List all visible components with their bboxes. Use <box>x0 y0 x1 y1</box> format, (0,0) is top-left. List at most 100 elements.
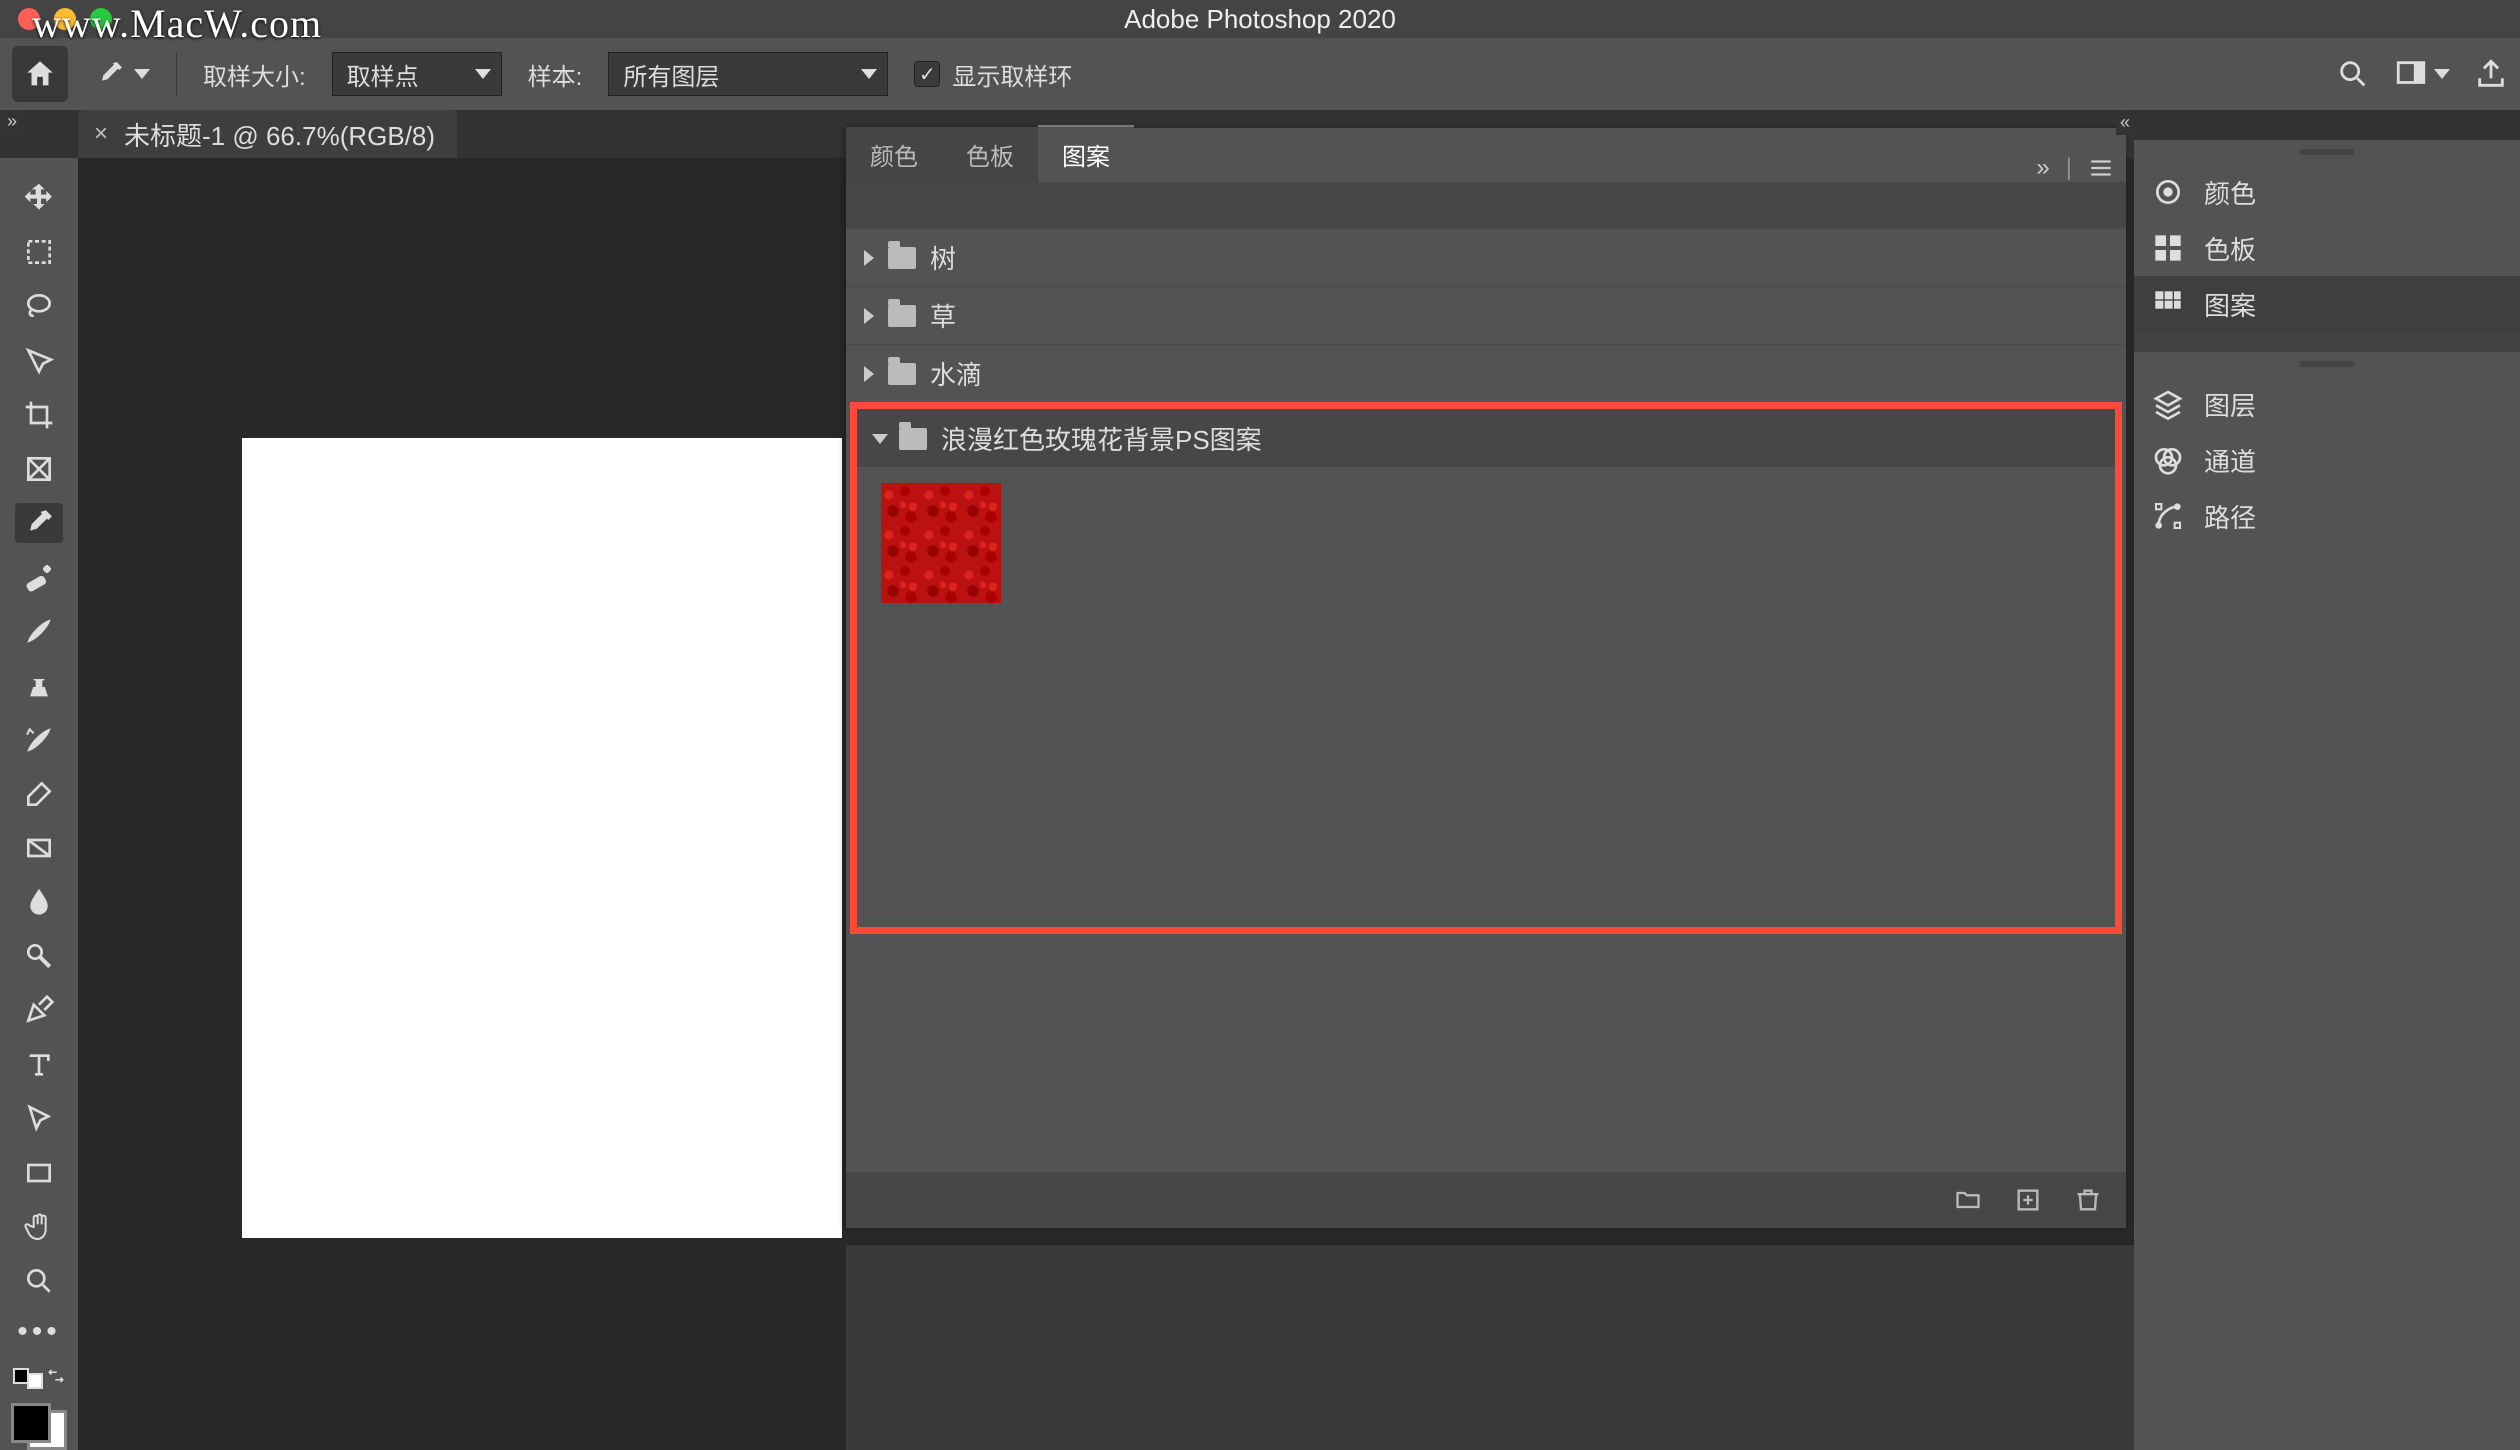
folder-icon <box>899 428 927 450</box>
sidebar-item-channels[interactable]: 通道 <box>2134 432 2520 488</box>
eyedropper-tool[interactable] <box>15 503 63 543</box>
new-pattern-icon[interactable] <box>2014 1186 2042 1214</box>
swap-default-colors[interactable] <box>13 1363 65 1389</box>
frame-tool[interactable] <box>15 449 63 489</box>
pattern-folder-water[interactable]: 水滴 <box>846 344 2126 402</box>
rectangle-tool[interactable] <box>15 1153 63 1193</box>
sidebar-item-paths[interactable]: 路径 <box>2134 488 2520 544</box>
divider: | <box>2066 154 2072 182</box>
workspace-icon <box>2394 57 2428 91</box>
pattern-search-bar[interactable] <box>846 182 2126 228</box>
pattern-folder-tree[interactable]: 树 <box>846 228 2126 286</box>
hand-tool[interactable] <box>15 1207 63 1247</box>
folder-label: 水滴 <box>930 355 982 392</box>
chevron-down-icon <box>872 434 888 444</box>
mini-bg-swatch <box>27 1373 43 1389</box>
folder-icon <box>888 247 916 269</box>
sidebar-label: 色板 <box>2204 230 2256 267</box>
eyedropper-icon <box>94 58 126 90</box>
foreground-background-colors[interactable] <box>11 1403 67 1450</box>
gradient-tool[interactable] <box>15 828 63 868</box>
brush-tool[interactable] <box>15 611 63 651</box>
sidebar-label: 图层 <box>2204 386 2256 423</box>
folder-label: 树 <box>930 239 956 276</box>
path-selection-tool[interactable] <box>15 1099 63 1139</box>
collapse-right-handle[interactable]: « <box>2116 110 2134 135</box>
right-sidebar: 颜色 色板 图案 图层 通道 路径 <box>2134 140 2520 1450</box>
chevron-right-icon <box>864 366 874 382</box>
delete-icon[interactable] <box>2074 1186 2102 1214</box>
close-tab-icon[interactable]: × <box>94 120 108 148</box>
paths-icon <box>2152 500 2184 532</box>
app-title: Adobe Photoshop 2020 <box>1124 4 1396 35</box>
sidebar-item-layers[interactable]: 图层 <box>2134 376 2520 432</box>
patterns-icon <box>2152 288 2184 320</box>
folder-icon <box>888 363 916 385</box>
marquee-tool[interactable] <box>15 232 63 272</box>
sidebar-item-patterns[interactable]: 图案 <box>2134 276 2520 332</box>
sidebar-grip[interactable] <box>2134 140 2520 164</box>
blur-tool[interactable] <box>15 882 63 922</box>
sidebar-item-color[interactable]: 颜色 <box>2134 164 2520 220</box>
folder-label: 浪漫红色玫瑰花背景PS图案 <box>941 420 1262 457</box>
pattern-thumbnails-grid <box>857 467 2115 927</box>
panel-menu-icon[interactable] <box>2088 155 2114 181</box>
document-tab[interactable]: × 未标题-1 @ 66.7%(RGB/8) <box>78 110 457 158</box>
healing-brush-tool[interactable] <box>15 557 63 597</box>
sample-layers-select[interactable]: 所有图层 <box>608 52 888 96</box>
panel-tab-patterns[interactable]: 图案 <box>1038 125 1134 182</box>
history-brush-tool[interactable] <box>15 720 63 760</box>
workspace-switcher[interactable] <box>2394 57 2450 91</box>
channels-icon <box>2152 444 2184 476</box>
folder-icon <box>888 305 916 327</box>
sample-size-label: 取样大小: <box>203 57 306 92</box>
pen-tool[interactable] <box>15 990 63 1030</box>
sidebar-label: 路径 <box>2204 498 2256 535</box>
type-tool[interactable] <box>15 1045 63 1085</box>
home-button[interactable] <box>12 46 68 102</box>
panel-collapse-icon[interactable]: » <box>2036 154 2049 182</box>
collapse-left-handle[interactable]: » <box>0 110 24 132</box>
sample-label: 样本: <box>528 57 583 92</box>
chevron-right-icon <box>864 308 874 324</box>
highlighted-pattern-group: 浪漫红色玫瑰花背景PS图案 <box>850 402 2122 934</box>
current-tool-indicator[interactable] <box>94 58 150 90</box>
move-tool[interactable] <box>15 178 63 218</box>
lasso-tool[interactable] <box>15 286 63 326</box>
dodge-tool[interactable] <box>15 936 63 976</box>
pattern-folder-grass[interactable]: 草 <box>846 286 2126 344</box>
foreground-color-swatch[interactable] <box>11 1403 51 1443</box>
sample-layers-value: 所有图层 <box>623 57 719 92</box>
clone-stamp-tool[interactable] <box>15 665 63 705</box>
pattern-thumbnail-rose[interactable] <box>881 483 1001 603</box>
quick-selection-tool[interactable] <box>15 340 63 380</box>
watermark-text: www.MacW.com <box>32 0 322 47</box>
search-icon[interactable] <box>2336 57 2370 91</box>
panel-tab-swatches[interactable]: 色板 <box>942 127 1038 182</box>
divider <box>176 52 177 96</box>
artboard[interactable] <box>242 438 842 1238</box>
panel-tabs: 颜色 色板 图案 » | <box>846 128 2126 182</box>
show-sampling-ring-checkbox[interactable]: ✓ 显示取样环 <box>914 57 1072 92</box>
edit-toolbar-button[interactable]: ••• <box>17 1315 61 1349</box>
panel-footer <box>846 1172 2126 1228</box>
title-bar: Adobe Photoshop 2020 <box>0 0 2520 38</box>
new-folder-icon[interactable] <box>1954 1186 1982 1214</box>
sidebar-label: 颜色 <box>2204 174 2256 211</box>
eraser-tool[interactable] <box>15 774 63 814</box>
sidebar-grip[interactable] <box>2134 352 2520 376</box>
panel-tab-color[interactable]: 颜色 <box>846 127 942 182</box>
checkbox-checked-icon: ✓ <box>914 61 940 87</box>
share-icon[interactable] <box>2474 57 2508 91</box>
sidebar-item-swatches[interactable]: 色板 <box>2134 220 2520 276</box>
layers-icon <box>2152 388 2184 420</box>
crop-tool[interactable] <box>15 395 63 435</box>
folder-label: 草 <box>930 297 956 334</box>
color-wheel-icon <box>2152 176 2184 208</box>
chevron-right-icon <box>864 250 874 266</box>
home-icon <box>23 57 57 91</box>
pattern-folder-rose[interactable]: 浪漫红色玫瑰花背景PS图案 <box>857 409 2115 467</box>
zoom-tool[interactable] <box>15 1261 63 1301</box>
sample-size-select[interactable]: 取样点 <box>332 52 502 96</box>
options-bar: 取样大小: 取样点 样本: 所有图层 ✓ 显示取样环 <box>0 38 2520 110</box>
